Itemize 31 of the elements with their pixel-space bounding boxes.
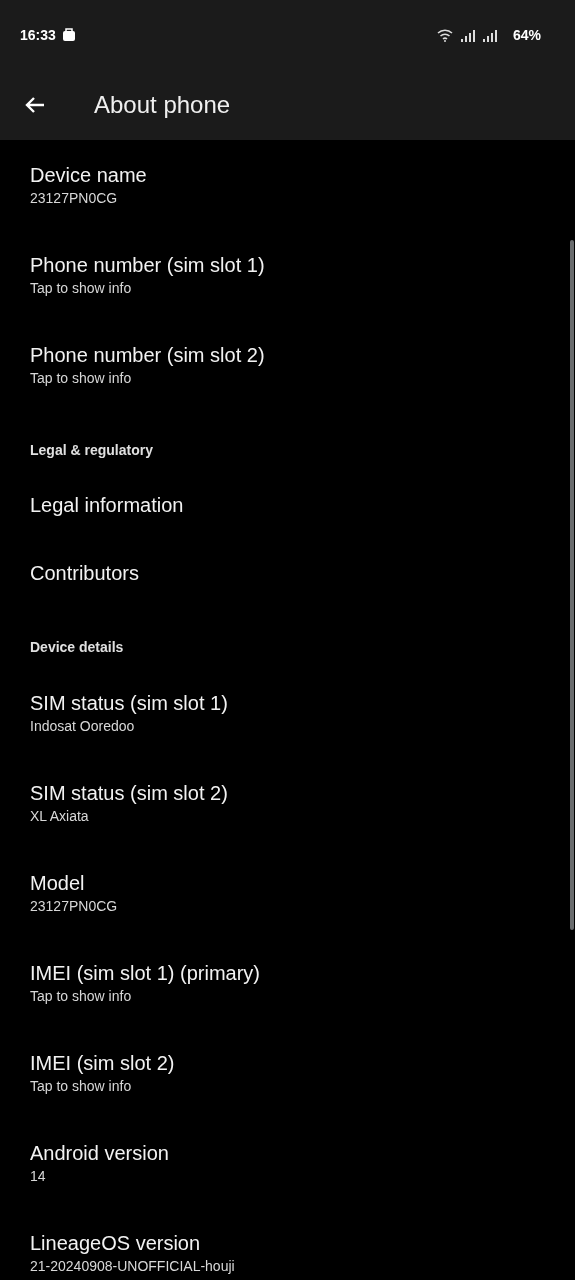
setting-summary: 23127PN0CG [30, 897, 119, 916]
screen-title: About phone [94, 91, 231, 119]
section-header: Legal & regulatory [29, 441, 154, 460]
setting-title[interactable]: SIM status (sim slot 2) [30, 780, 545, 806]
status-time: 16:33 [20, 27, 56, 43]
setting-summary: Tap to show info [30, 1077, 133, 1096]
setting-title[interactable]: Device name [30, 162, 545, 188]
setting-title[interactable]: IMEI (sim slot 2) [30, 1050, 545, 1076]
setting-summary: 14 [30, 1167, 47, 1186]
setting-title[interactable]: SIM status (sim slot 1) [30, 690, 545, 716]
setting-summary: Tap to show info [30, 279, 133, 298]
setting-summary: 21-20240908-UNOFFICIAL-houji [30, 1257, 236, 1276]
setting-title[interactable]: IMEI (sim slot 1) (primary) [30, 960, 545, 986]
setting-summary: Tap to show info [30, 987, 133, 1006]
setting-summary: Indosat Ooredoo [30, 717, 136, 736]
setting-summary: Tap to show info [30, 369, 133, 388]
wifi-icon [436, 28, 453, 42]
battery-level: 64% [512, 27, 541, 43]
setting-title[interactable]: Android version [30, 1140, 545, 1166]
setting-summary: 23127PN0CG [30, 189, 119, 208]
setting-summary: XL Axiata [30, 807, 90, 826]
section-header: Device details [29, 638, 125, 657]
setting-title[interactable]: Model [30, 870, 545, 896]
signal-icon [460, 28, 475, 42]
setting-title[interactable]: LineageOS version [30, 1230, 545, 1256]
setting-title[interactable]: Phone number (sim slot 2) [30, 342, 545, 368]
notification-icon [61, 28, 76, 42]
setting-title[interactable]: Legal information [30, 492, 545, 518]
setting-title[interactable]: Phone number (sim slot 1) [30, 252, 545, 278]
signal-icon [482, 28, 497, 42]
setting-title[interactable]: Contributors [30, 560, 545, 586]
